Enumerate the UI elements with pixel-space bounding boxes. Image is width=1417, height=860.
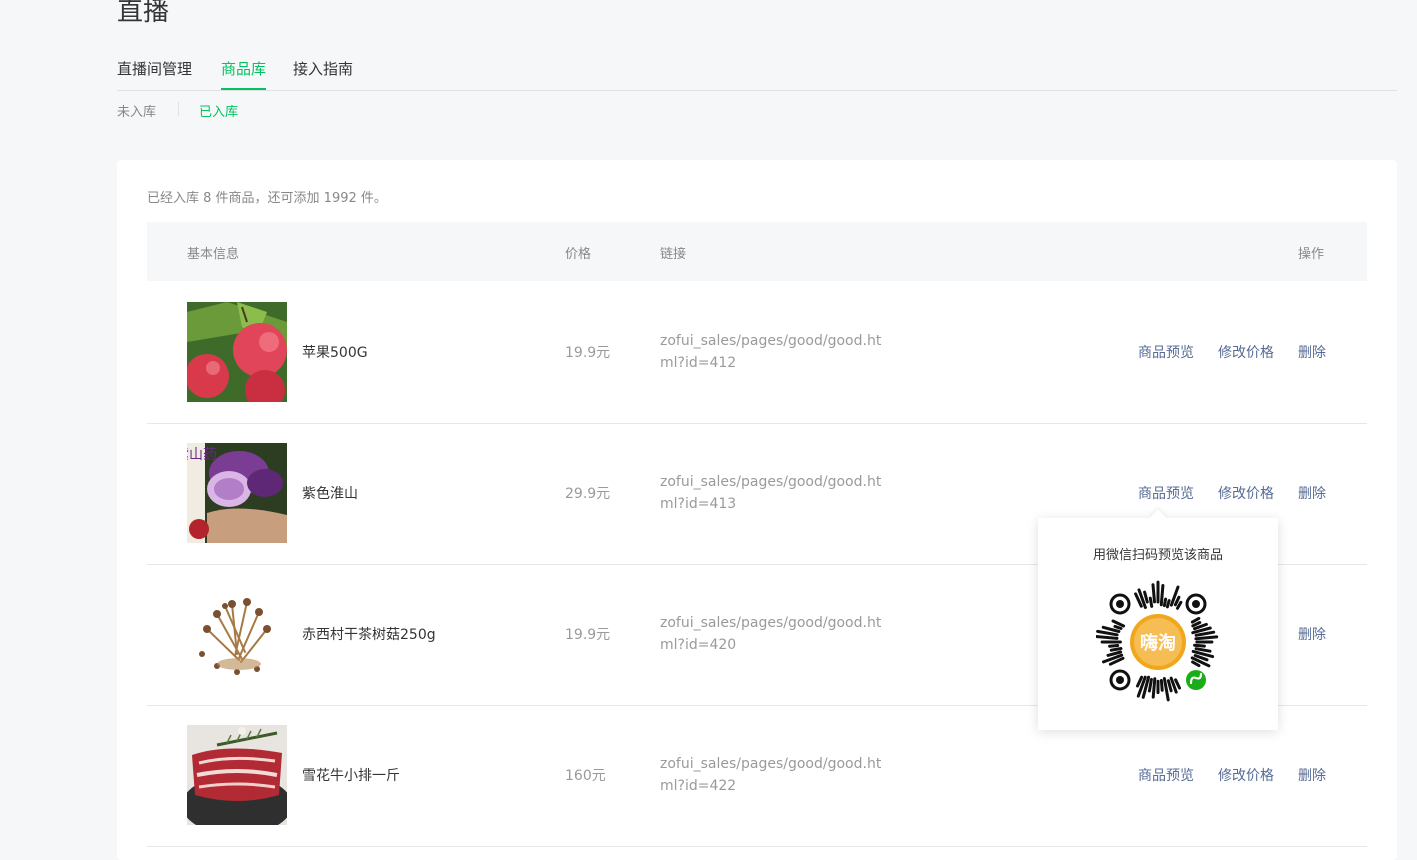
qr-ray <box>1143 590 1149 604</box>
qr-preview-popover: 用微信扫码预览该商品 嗨淘 <box>1038 509 1278 730</box>
product-image-apple <box>187 302 287 402</box>
edit-price-button[interactable]: 修改价格 <box>1218 342 1274 362</box>
qr-ray <box>1194 647 1212 653</box>
header-actions: 操作 <box>1298 247 1325 262</box>
preview-button[interactable]: 商品预览 <box>1138 342 1194 362</box>
product-name: 苹果500G <box>302 345 368 361</box>
popover-title: 用微信扫码预览该商品 <box>1092 548 1223 563</box>
tab-product-library[interactable]: 商品库 <box>221 58 267 90</box>
product-link: zofui_sales/pages/good/good.html?id=413 <box>660 474 882 512</box>
qr-ray <box>1165 599 1171 609</box>
qr-ray <box>1159 584 1165 607</box>
tab-access-guide[interactable]: 接入指南 <box>293 58 353 88</box>
qr-ray <box>1108 644 1120 648</box>
qr-ray <box>1194 630 1216 637</box>
product-price: 19.9元 <box>565 345 611 361</box>
tab-live-room-management[interactable]: 直播间管理 <box>117 58 192 88</box>
delete-button[interactable]: 删除 <box>1298 342 1326 362</box>
product-price: 160元 <box>565 768 606 784</box>
qr-ray <box>1173 595 1181 607</box>
qr-ray <box>1191 660 1201 668</box>
product-price: 29.9元 <box>565 486 611 502</box>
delete-button[interactable]: 删除 <box>1298 624 1326 644</box>
summary-text: 已经入库 8 件商品，还可添加 1992 件。 <box>147 191 387 206</box>
qr-ray <box>1148 596 1154 608</box>
qr-ray <box>1174 678 1181 690</box>
main-tabs: 直播间管理 商品库 接入指南 <box>117 52 1397 91</box>
page-title: 直播 <box>117 0 170 27</box>
product-image-purple-yam: 紫山药 <box>187 443 287 543</box>
product-image-beef-short-rib <box>187 725 287 825</box>
edit-price-button[interactable]: 修改价格 <box>1218 483 1274 503</box>
table-header: 基本信息 价格 链接 操作 <box>147 222 1367 281</box>
qr-ray <box>1151 583 1156 604</box>
subtab-stored[interactable]: 已入库 <box>199 101 238 120</box>
mini-program-qr-code: 嗨淘 <box>1096 580 1219 702</box>
qr-logo-text: 嗨淘 <box>1140 632 1176 654</box>
delete-button[interactable]: 删除 <box>1298 483 1326 503</box>
header-link: 链接 <box>660 247 687 262</box>
subtab-divider <box>178 102 179 116</box>
subtab-not-stored[interactable]: 未入库 <box>117 101 156 120</box>
product-card: 已经入库 8 件商品，还可添加 1992 件。 基本信息 价格 链接 操作 苹果… <box>117 160 1397 860</box>
product-link: zofui_sales/pages/good/good.html?id=420 <box>660 615 882 653</box>
qr-ray <box>1159 679 1164 692</box>
qr-ray <box>1190 616 1201 624</box>
preview-button[interactable]: 商品预览 <box>1138 483 1194 503</box>
product-image-tea-mushroom <box>187 584 287 684</box>
preview-button[interactable]: 商品预览 <box>1138 765 1194 785</box>
qr-ray <box>1162 597 1168 608</box>
qr-ray <box>1151 677 1157 699</box>
product-name: 雪花牛小排一斤 <box>302 768 400 784</box>
qr-ray <box>1096 635 1119 640</box>
qr-ray <box>1191 621 1202 628</box>
table-row: 苹果500G 19.9元 zofui_sales/pages/good/good… <box>147 282 1367 424</box>
mini-program-icon <box>1186 670 1206 690</box>
qr-ray <box>1147 678 1153 693</box>
qr-ray <box>1176 600 1183 610</box>
eye-top-left <box>1109 593 1131 615</box>
product-name: 赤西村干茶树菇250g <box>302 627 436 643</box>
qr-ray <box>1109 647 1123 652</box>
qr-ray <box>1194 635 1219 641</box>
product-price: 19.9元 <box>565 627 611 643</box>
qr-ray <box>1166 679 1173 693</box>
product-link: zofui_sales/pages/good/good.html?id=412 <box>660 333 882 371</box>
delete-button[interactable]: 删除 <box>1298 765 1326 785</box>
header-price: 价格 <box>565 247 592 262</box>
product-link: zofui_sales/pages/good/good.html?id=422 <box>660 756 882 794</box>
header-basic-info: 基本信息 <box>187 247 240 262</box>
qr-ray <box>1193 643 1206 648</box>
eye-top-right <box>1185 593 1207 615</box>
qr-ray <box>1096 629 1119 637</box>
yam-title-char-1: 紫山药 <box>187 447 217 463</box>
product-name: 紫色淮山 <box>302 486 358 502</box>
qr-ray <box>1113 624 1123 630</box>
edit-price-button[interactable]: 修改价格 <box>1218 765 1274 785</box>
eye-bottom-left <box>1109 669 1131 691</box>
